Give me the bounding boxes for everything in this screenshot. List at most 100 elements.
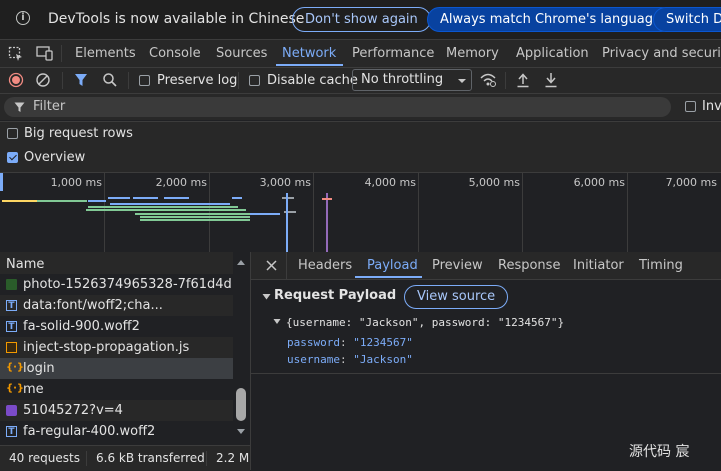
preserve-log-checkbox[interactable] <box>139 75 150 86</box>
filter-input[interactable]: Filter <box>4 97 671 117</box>
font-icon: T <box>6 300 17 311</box>
tab-memory[interactable]: Memory <box>446 46 499 61</box>
field-key: username <box>287 353 340 366</box>
request-name: inject-stop-propagation.js <box>23 340 190 355</box>
scrollbar-thumb[interactable] <box>236 388 246 421</box>
tab-timing[interactable]: Timing <box>639 258 683 273</box>
transferred-size: 6.6 kB transferred <box>96 451 205 465</box>
invert-checkbox[interactable] <box>685 101 696 112</box>
payload-field: username: "Jackson" <box>287 353 413 366</box>
list-item[interactable]: {·} login <box>0 358 233 379</box>
dont-show-again-button[interactable]: Don't show again <box>292 7 431 32</box>
export-har-icon[interactable] <box>544 72 558 88</box>
tab-elements[interactable]: Elements <box>75 46 136 61</box>
tab-payload[interactable]: Payload <box>367 258 418 273</box>
tick-label: 7,000 ms <box>665 176 717 189</box>
infobar-message: DevTools is now available in Chinese <box>48 11 305 27</box>
list-item[interactable]: {·} me <box>0 379 233 400</box>
devtools-tabbar: Elements Console Sources Network Perform… <box>0 40 721 68</box>
list-item[interactable]: 51045272?v=4 <box>0 400 233 421</box>
font-icon: T <box>6 321 17 332</box>
detail-tabbar: Headers Payload Preview Response Initiat… <box>251 252 721 280</box>
fetch-icon: {·} <box>6 362 25 373</box>
image-icon <box>6 279 17 290</box>
list-item[interactable]: T data:font/woff2;cha... <box>0 295 233 316</box>
inspect-element-icon[interactable] <box>8 46 24 62</box>
request-name: fa-regular-400.woff2 <box>23 424 156 439</box>
device-toolbar-icon[interactable] <box>34 45 54 61</box>
tick-label: 4,000 ms <box>364 176 416 189</box>
field-value: "Jackson" <box>353 353 413 366</box>
list-item[interactable]: photo-1526374965328-7f61d4dc1... <box>0 274 233 295</box>
close-icon[interactable] <box>266 260 277 271</box>
tick-label: 2,000 ms <box>155 176 207 189</box>
record-icon[interactable] <box>8 72 24 88</box>
tick-label: 1,000 ms <box>50 176 102 189</box>
overview-checkbox[interactable] <box>7 152 18 163</box>
disable-cache-checkbox[interactable] <box>249 75 260 86</box>
list-item[interactable]: T fa-solid-900.woff2 <box>0 316 233 337</box>
triangle-down-icon[interactable] <box>273 318 281 325</box>
options-area: Big request rows Overview <box>0 121 721 172</box>
active-tab-indicator <box>276 64 343 66</box>
filter-funnel-icon[interactable] <box>74 73 88 87</box>
clear-icon[interactable] <box>35 72 51 88</box>
view-source-button[interactable]: View source <box>404 285 509 309</box>
tab-response[interactable]: Response <box>498 258 560 273</box>
request-list: Name photo-1526374965328-7f61d4dc1... T … <box>0 252 251 470</box>
request-name: fa-solid-900.woff2 <box>23 319 140 334</box>
image-icon <box>6 405 17 416</box>
chevron-down-icon <box>458 79 466 83</box>
timeline-overview[interactable]: 1,000 ms 2,000 ms 3,000 ms 4,000 ms 5,00… <box>0 172 721 253</box>
search-icon[interactable] <box>102 72 118 88</box>
list-item[interactable]: inject-stop-propagation.js <box>0 337 233 358</box>
tab-performance[interactable]: Performance <box>352 46 434 61</box>
tab-preview[interactable]: Preview <box>432 258 483 273</box>
tick-label: 3,000 ms <box>259 176 311 189</box>
list-scrollbar[interactable] <box>233 252 249 444</box>
switch-language-button[interactable]: Switch De <box>653 7 721 32</box>
font-icon: T <box>6 426 17 437</box>
throttling-select[interactable]: No throttling <box>352 69 472 91</box>
field-key: password <box>287 336 340 349</box>
disable-cache-label: Disable cache <box>267 73 358 88</box>
language-infobar: i DevTools is now available in Chinese D… <box>0 0 721 40</box>
invert-label: Inv <box>702 99 721 114</box>
timeline-handle-left[interactable] <box>0 173 3 191</box>
fetch-icon: {·} <box>6 383 25 394</box>
scroll-down-icon[interactable] <box>236 428 246 436</box>
request-name: photo-1526374965328-7f61d4dc1... <box>23 277 231 292</box>
network-conditions-icon[interactable] <box>479 72 497 88</box>
tick-label: 6,000 ms <box>573 176 625 189</box>
throttling-value: No throttling <box>361 72 444 87</box>
detail-tab-indicator <box>355 276 422 278</box>
tab-sources[interactable]: Sources <box>216 46 267 61</box>
watermark-text: 源代码 宸 <box>629 444 690 460</box>
overview-label: Overview <box>24 150 86 165</box>
tab-console[interactable]: Console <box>149 46 201 61</box>
big-request-rows-checkbox[interactable] <box>7 128 18 139</box>
tab-application[interactable]: Application <box>516 46 589 61</box>
request-count: 40 requests <box>9 451 80 465</box>
payload-summary: {username: "Jackson", password: "1234567… <box>286 316 565 329</box>
list-item[interactable]: T fa-regular-400.woff2 <box>0 421 233 442</box>
request-name: login <box>23 361 55 376</box>
name-header-label: Name <box>6 257 45 272</box>
match-language-button[interactable]: Always match Chrome's language <box>427 7 674 32</box>
tab-headers[interactable]: Headers <box>298 258 352 273</box>
big-request-rows-label: Big request rows <box>24 126 133 141</box>
request-name: me <box>23 382 44 397</box>
import-har-icon[interactable] <box>516 72 530 88</box>
tab-privacy-security[interactable]: Privacy and security <box>602 46 721 61</box>
request-name: data:font/woff2;cha... <box>23 298 163 313</box>
script-icon <box>6 342 17 353</box>
tab-initiator[interactable]: Initiator <box>573 258 624 273</box>
scroll-up-icon[interactable] <box>236 258 246 266</box>
filter-placeholder: Filter <box>33 99 66 114</box>
tab-network[interactable]: Network <box>282 46 336 61</box>
resources-size: 2.2 M <box>216 451 250 465</box>
triangle-down-icon[interactable] <box>262 293 271 301</box>
name-column-header[interactable]: Name <box>0 252 233 276</box>
payload-field: password: "1234567" <box>287 336 413 349</box>
preserve-log-label: Preserve log <box>157 73 238 88</box>
